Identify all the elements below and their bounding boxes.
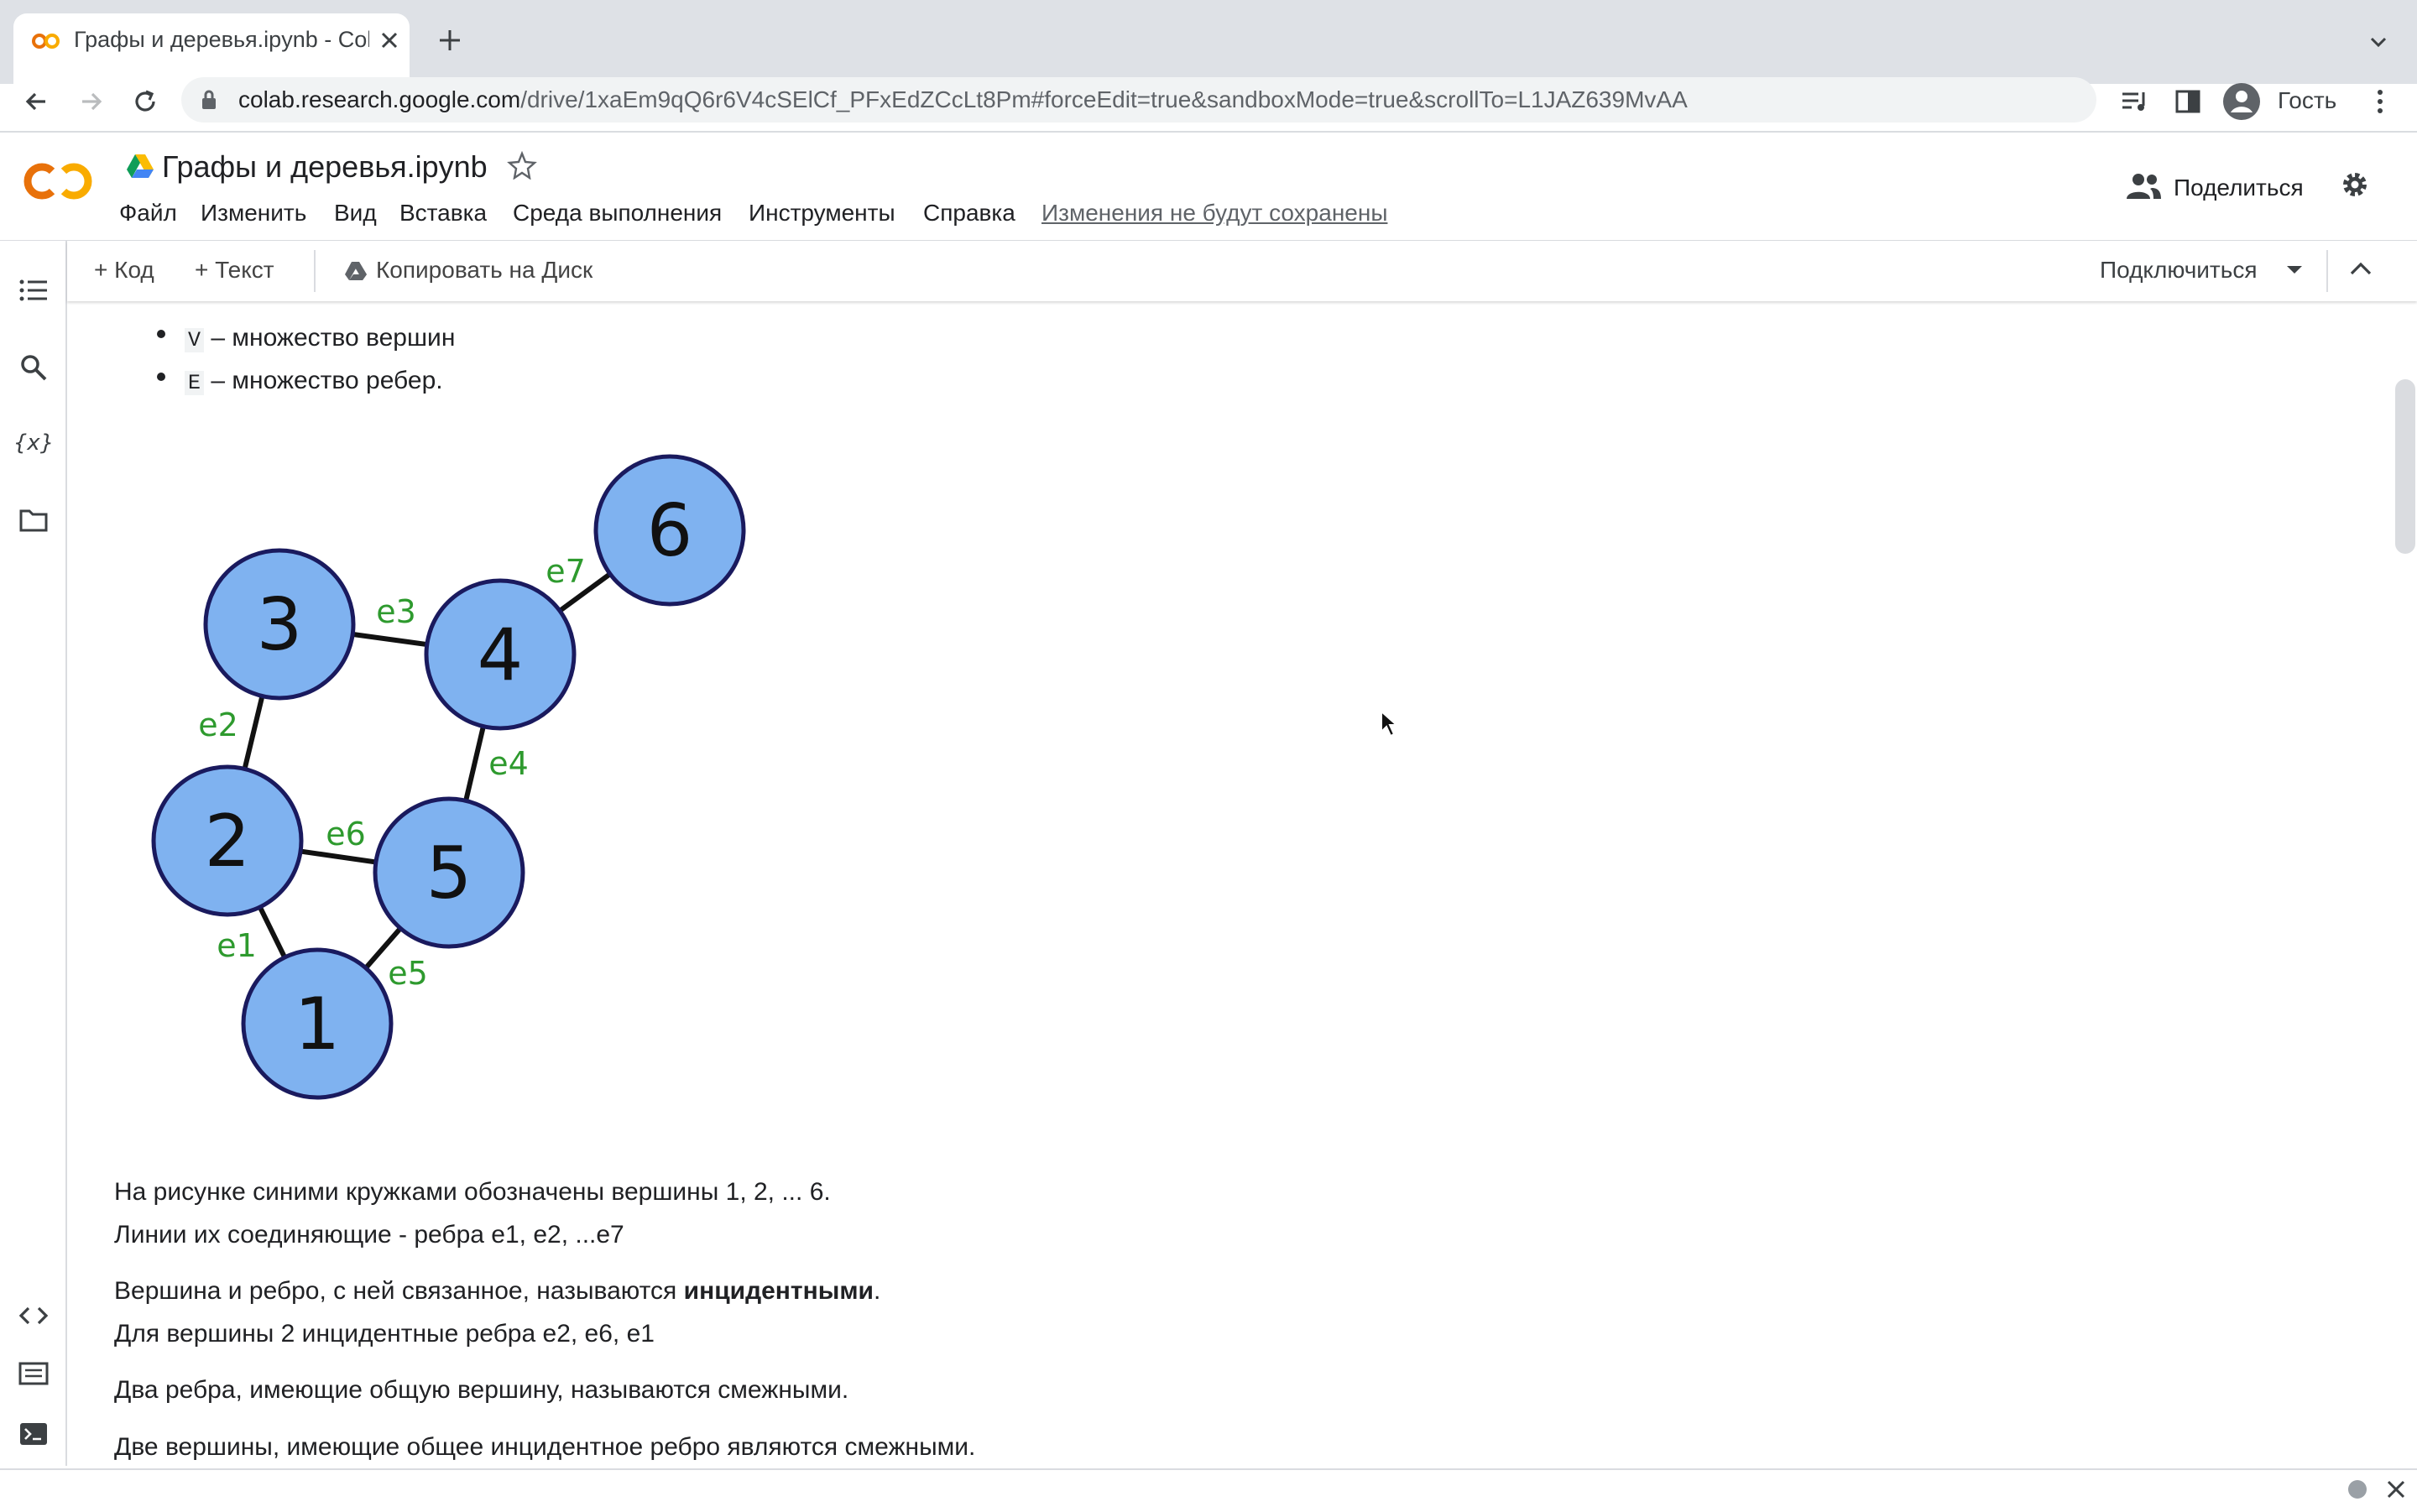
vertex-label-1: 1: [295, 983, 341, 1066]
runtime-status-dot-icon: [2348, 1480, 2367, 1499]
text-paragraph: Линии их соединяющие - ребра e1, e2, ...…: [114, 1221, 624, 1249]
tab-search-chevron-icon[interactable]: [2368, 32, 2388, 52]
edge-label-e2: e2: [198, 706, 238, 743]
edge-label-e4: e4: [488, 745, 529, 782]
code-snippets-icon[interactable]: [17, 1302, 50, 1329]
text-paragraph: На рисунке синими кружками обозначены ве…: [114, 1178, 831, 1206]
settings-gear-icon[interactable]: [2338, 168, 2372, 201]
text-span: Вершина и ребро, с ней связанное, называ…: [114, 1277, 684, 1305]
mouse-cursor-icon: [1381, 710, 1398, 738]
collapse-header-chevron-icon[interactable]: [2348, 258, 2373, 279]
browser-menu-icon[interactable]: [2372, 87, 2388, 116]
variables-icon[interactable]: {x}: [15, 428, 52, 458]
menu-view[interactable]: Вид: [334, 200, 377, 227]
status-close-icon[interactable]: [2385, 1478, 2407, 1500]
menu-runtime[interactable]: Среда выполнения: [513, 200, 722, 227]
toolbar-separator-right: [2326, 250, 2328, 292]
forward-icon[interactable]: [77, 87, 106, 116]
files-folder-icon[interactable]: [18, 507, 49, 534]
svg-text:{x}: {x}: [15, 430, 52, 456]
share-people-icon: [2127, 174, 2161, 199]
share-button[interactable]: Поделиться: [2174, 175, 2304, 201]
vertex-label-5: 5: [426, 832, 472, 915]
edge-label-e5: e5: [388, 955, 428, 992]
chrome-divider: [0, 131, 2417, 133]
text-paragraph-incident: Вершина и ребро, с ней связанное, называ…: [114, 1277, 880, 1306]
url-path: /drive/1xaEm9qQ6r6V4cSElCf_PFxEdZCcLt8Pm…: [520, 86, 1688, 112]
colab-favicon-icon: [32, 34, 60, 49]
back-icon[interactable]: [22, 87, 50, 116]
menu-edit[interactable]: Изменить: [201, 200, 306, 227]
connect-dropdown-icon[interactable]: [2284, 263, 2305, 277]
star-icon[interactable]: [507, 151, 537, 180]
profile-label: Гость: [2278, 87, 2337, 113]
bullet-text: – множество ребер.: [204, 367, 443, 394]
new-tab-icon[interactable]: [438, 29, 462, 52]
vertex-label-4: 4: [478, 613, 524, 697]
add-code-cell-button[interactable]: + Код: [94, 257, 154, 284]
bullet-text: – множество вершин: [204, 324, 456, 352]
code-chip-e: E: [185, 371, 205, 395]
menu-help[interactable]: Справка: [923, 200, 1015, 227]
reload-icon[interactable]: [131, 87, 159, 116]
scrollbar-thumb[interactable]: [2395, 379, 2415, 554]
menu-file[interactable]: Файл: [119, 200, 177, 227]
vertex-label-6: 6: [647, 489, 693, 573]
copy-to-drive-button[interactable]: Копировать на Диск: [376, 257, 593, 284]
text-paragraph: Два ребра, имеющие общую вершину, называ…: [114, 1376, 849, 1404]
menu-tools[interactable]: Инструменты: [749, 200, 895, 227]
bullet-dot: [157, 373, 165, 381]
url-host: colab.research.google.com: [238, 86, 521, 112]
tab-close-icon[interactable]: [379, 30, 399, 50]
text-paragraph: Две вершины, имеющие общее инцидентное р…: [114, 1433, 976, 1461]
bullet-item-edges: E – множество ребер.: [185, 367, 443, 395]
table-of-contents-icon[interactable]: [18, 277, 49, 304]
code-chip-v: V: [185, 328, 205, 352]
side-panel-icon[interactable]: [2174, 87, 2202, 116]
add-text-cell-button[interactable]: + Текст: [195, 257, 274, 284]
colab-logo-icon[interactable]: [23, 159, 94, 203]
status-bar: [0, 1468, 2417, 1512]
edge-label-e1: e1: [217, 927, 257, 964]
tab-title: Графы и деревья.ipynb - Cola: [74, 27, 369, 52]
bold-term: инцидентными: [683, 1277, 874, 1305]
avatar-icon: [2223, 83, 2260, 120]
notebook-title[interactable]: Графы и деревья.ipynb: [162, 149, 488, 185]
graph-figure: e1 e2 e3 e4 e5 e6 e7 1 2 3 4 5 6: [151, 454, 746, 1100]
drive-icon: [127, 154, 154, 178]
edge-label-e3: e3: [376, 593, 416, 630]
command-palette-icon[interactable]: [18, 1361, 49, 1386]
lock-icon[interactable]: [200, 89, 218, 111]
text-span: .: [874, 1277, 881, 1305]
terminal-icon[interactable]: [18, 1421, 49, 1447]
edge-label-e7: e7: [546, 553, 586, 590]
vertex-label-3: 3: [257, 583, 303, 667]
toolbar-separator: [314, 250, 316, 292]
bullet-item-vertices: V – множество вершин: [185, 324, 455, 352]
menu-insert[interactable]: Вставка: [399, 200, 487, 227]
url-text[interactable]: colab.research.google.com/drive/1xaEm9qQ…: [238, 86, 1688, 113]
connect-runtime-button[interactable]: Подключиться: [2100, 257, 2258, 284]
drive-copy-icon: [345, 262, 367, 280]
bullet-dot: [157, 330, 165, 338]
media-queue-icon[interactable]: [2120, 87, 2150, 116]
search-icon[interactable]: [18, 352, 49, 383]
left-side-rail: [0, 241, 67, 1466]
unsaved-changes-notice[interactable]: Изменения не будут сохранены: [1041, 200, 1387, 227]
text-paragraph: Для вершины 2 инцидентные ребра e2, e6, …: [114, 1320, 655, 1348]
vertex-label-2: 2: [205, 800, 251, 884]
edge-label-e6: e6: [326, 816, 366, 852]
